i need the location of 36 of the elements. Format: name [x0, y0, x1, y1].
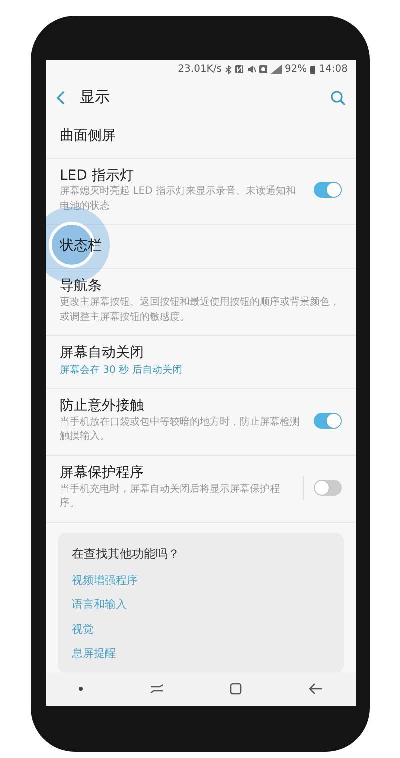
back-icon [56, 90, 66, 105]
clock: 14:08 [319, 63, 348, 78]
recent-apps-icon[interactable] [150, 684, 164, 694]
home-icon[interactable] [230, 683, 242, 696]
page-title: 显示 [80, 86, 111, 108]
setting-title: 曲面侧屏 [60, 126, 116, 146]
setting-description: 当手机充电时，屏幕自动关闭后将显示屏幕保护程序。 [60, 482, 281, 512]
suggestion-link[interactable]: 视频增强程序 [72, 568, 138, 594]
setting-title: 状态栏 [60, 237, 102, 256]
setting-title: 屏幕自动关闭 [60, 344, 144, 364]
setting-title: 屏幕保护程序 [60, 464, 144, 483]
setting-title: 防止意外接触 [60, 397, 144, 416]
dot-icon[interactable] [79, 687, 84, 692]
mute-icon [246, 65, 256, 74]
suggestion-link[interactable]: 视觉 [72, 618, 94, 642]
signal-icon [270, 65, 282, 74]
screenshot-icon [258, 65, 268, 74]
nfc-icon [234, 65, 244, 74]
battery-icon [310, 64, 316, 75]
setting-description: 当手机放在口袋或包中等较暗的地方时，防止屏幕检测触摸输入。 [60, 416, 301, 444]
suggestion-link[interactable]: 语言和输入 [72, 593, 127, 618]
toggle-switch[interactable] [314, 413, 342, 429]
network-speed: 23.01K/s [178, 63, 222, 78]
toggle-switch[interactable] [314, 182, 342, 198]
suggestion-title: 在查找其他功能吗？ [72, 546, 181, 563]
toggle-switch[interactable] [314, 480, 342, 496]
bluetooth-icon [224, 64, 232, 75]
setting-value: 屏幕会在 30 秒 后自动关闭 [60, 364, 184, 378]
setting-description: 屏幕熄灭时亮起 LED 指示灯来显示录音、未读通知和电池的状态 [60, 185, 297, 214]
suggestion-link[interactable]: 息屏提醒 [72, 642, 116, 667]
back-arrow-icon[interactable] [308, 683, 323, 696]
setting-title: 导航条 [60, 277, 102, 296]
setting-description: 更改主屏幕按钮、返回按钮和最近使用按钮的顺序或背景颜色，或调整主屏幕按钮的敏感度。 [60, 296, 341, 325]
battery-level: 92% [284, 63, 308, 78]
setting-title: LED 指示灯 [60, 166, 134, 186]
search-icon [330, 90, 346, 106]
